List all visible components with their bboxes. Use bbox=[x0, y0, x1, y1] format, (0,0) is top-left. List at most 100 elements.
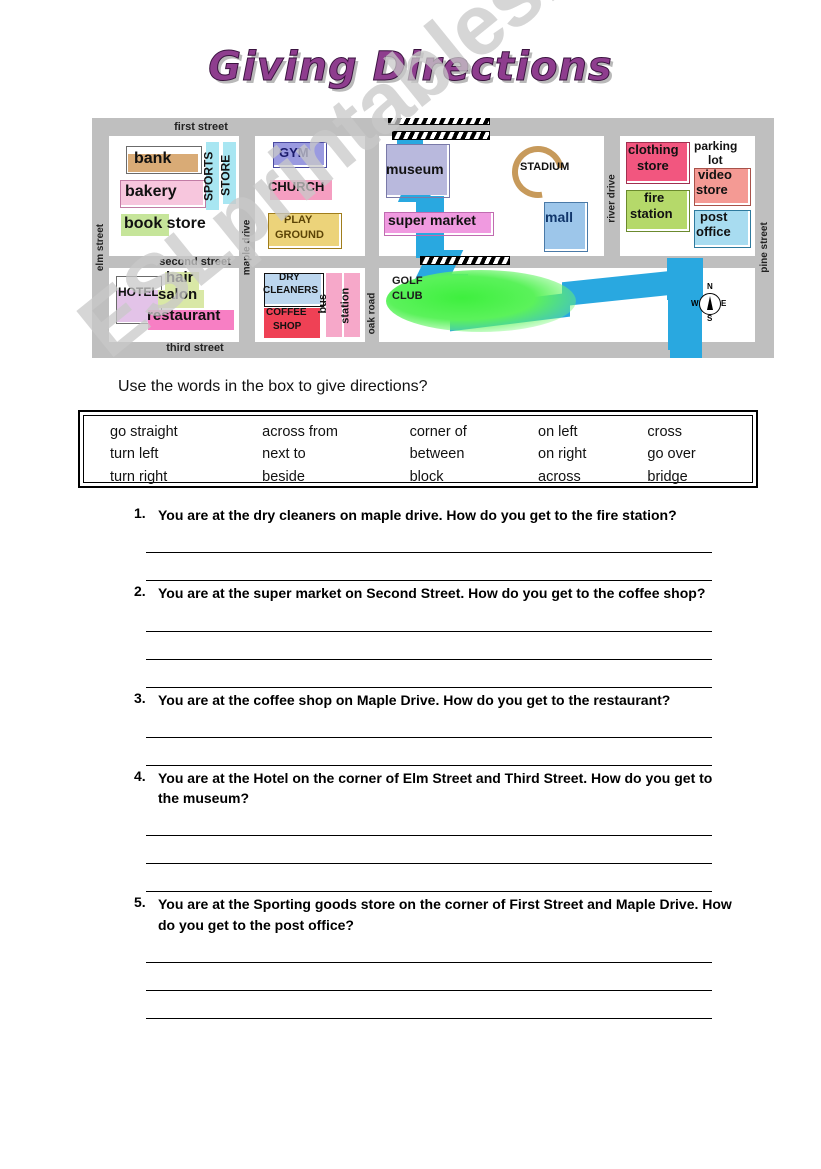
word-bank-item: on right bbox=[538, 446, 587, 463]
place-club: CLUB bbox=[392, 290, 423, 302]
answer-line[interactable] bbox=[146, 990, 712, 992]
place-clothing: clothing bbox=[628, 142, 679, 157]
question-item: 3. You are at the coffee shop on Maple Dr… bbox=[0, 690, 821, 766]
place-gym: GYM bbox=[279, 145, 309, 160]
street-first: first street bbox=[174, 121, 228, 133]
word-bank-box: go straight turn left turn right across fro… bbox=[78, 410, 758, 488]
place-sports-store: STORE bbox=[218, 154, 233, 196]
answer-line[interactable] bbox=[146, 630, 712, 632]
question-text: You are at the Sporting goods store on t… bbox=[158, 896, 732, 933]
question-row: 4. You are at the Hotel on the corner of … bbox=[0, 768, 821, 809]
question-number: 4. bbox=[134, 767, 146, 784]
place-golf: GOLF bbox=[392, 275, 423, 287]
worksheet-page: ESLprintables.com Giving Directions firs… bbox=[0, 0, 821, 1169]
place-bus-station: station bbox=[339, 287, 352, 324]
place-ground: GROUND bbox=[275, 229, 324, 241]
word-bank-item: block bbox=[409, 468, 444, 485]
street-third: third street bbox=[166, 342, 224, 354]
place-fire-station: station bbox=[630, 206, 673, 221]
street-pine: pine street bbox=[755, 136, 774, 358]
question-text: You are at the super market on Second St… bbox=[158, 585, 706, 602]
answer-line[interactable] bbox=[146, 580, 712, 582]
word-bank-item: beside bbox=[262, 468, 305, 485]
word-bank-column: go straight turn left turn right bbox=[110, 421, 262, 485]
answer-lines bbox=[0, 962, 821, 1020]
question-number: 3. bbox=[134, 689, 146, 706]
word-bank-item: go over bbox=[647, 446, 696, 463]
place-bank: bank bbox=[134, 150, 172, 167]
answer-line[interactable] bbox=[146, 863, 712, 865]
place-play: PLAY bbox=[284, 214, 313, 226]
title-container: Giving Directions bbox=[0, 44, 821, 91]
place-museum: museum bbox=[386, 161, 444, 177]
street-oak: oak road bbox=[365, 268, 379, 358]
bridge-north-1 bbox=[388, 118, 490, 125]
street-elm-label: elm street bbox=[95, 223, 106, 271]
word-bank-item: corner of bbox=[409, 424, 467, 440]
street-river: river drive bbox=[604, 136, 620, 261]
word-bank-column: across from next to beside bbox=[262, 421, 409, 485]
street-second: second street bbox=[159, 256, 231, 268]
place-stadium: STADIUM bbox=[520, 161, 570, 173]
place-lot: lot bbox=[708, 153, 723, 167]
compass-east: E bbox=[721, 299, 727, 308]
place-hotel: HOTEL bbox=[118, 285, 159, 299]
street-oak-label: oak road bbox=[366, 292, 378, 334]
bridge-south-1 bbox=[420, 256, 510, 265]
word-bank-column: on left on right across bbox=[538, 421, 647, 485]
question-number: 5. bbox=[134, 894, 146, 911]
compass-rose-icon: N S E W bbox=[691, 282, 727, 323]
word-bank-item: on left bbox=[538, 424, 578, 440]
place-video: video bbox=[698, 167, 732, 182]
place-bakery: bakery bbox=[125, 183, 177, 200]
word-bank-item: between bbox=[409, 446, 465, 463]
question-number: 2. bbox=[134, 583, 146, 600]
place-clothing-store: store bbox=[637, 158, 669, 173]
place-dry: DRY bbox=[279, 272, 300, 283]
word-bank-grid: go straight turn left turn right across fro… bbox=[83, 415, 753, 485]
question-text: You are at the Hotel on the corner of El… bbox=[158, 769, 713, 807]
word-bank-item: bridge bbox=[647, 468, 688, 485]
place-cleaners: CLEANERS bbox=[263, 285, 319, 296]
word-bank-item: turn right bbox=[110, 468, 168, 485]
compass-north: N bbox=[707, 282, 713, 291]
question-row: 3. You are at the coffee shop on Maple Dr… bbox=[0, 690, 821, 710]
answer-line[interactable] bbox=[146, 552, 712, 554]
answer-line[interactable] bbox=[146, 686, 712, 688]
question-text: You are at the dry cleaners on maple dri… bbox=[158, 507, 677, 523]
question-item: 2. You are at the super market on Second … bbox=[0, 583, 821, 688]
question-number: 1. bbox=[134, 505, 146, 521]
answer-line[interactable] bbox=[146, 658, 712, 660]
question-row: 1. You are at the dry cleaners on maple d… bbox=[0, 505, 821, 525]
compass-needle bbox=[707, 296, 713, 310]
word-bank-item: turn left bbox=[110, 446, 159, 463]
word-bank-item: across from bbox=[262, 424, 338, 440]
street-maple: maple drive bbox=[239, 136, 255, 358]
place-post: post bbox=[700, 209, 728, 224]
river-segment-10 bbox=[670, 346, 702, 358]
page-title: Giving Directions bbox=[208, 44, 613, 91]
answer-line[interactable] bbox=[146, 736, 712, 738]
question-row: 2. You are at the super market on Second … bbox=[0, 583, 821, 603]
city-map: first street second street third street … bbox=[92, 118, 774, 358]
place-hair: hair bbox=[166, 269, 194, 286]
street-pine-label: pine street bbox=[759, 221, 771, 273]
place-shop: SHOP bbox=[273, 321, 302, 332]
answer-lines bbox=[0, 630, 821, 688]
street-maple-label: maple drive bbox=[241, 219, 253, 275]
place-sports: SPORTS bbox=[201, 151, 216, 201]
place-super-market: super market bbox=[388, 212, 476, 228]
place-office: office bbox=[696, 224, 731, 239]
street-elm: elm street bbox=[92, 136, 109, 358]
questions-list: 1. You are at the dry cleaners on maple d… bbox=[0, 505, 821, 1021]
question-item: 4. You are at the Hotel on the corner of … bbox=[0, 768, 821, 893]
answer-line[interactable] bbox=[146, 962, 712, 964]
question-text: You are at the coffee shop on Maple Driv… bbox=[158, 691, 671, 708]
answer-line[interactable] bbox=[146, 835, 712, 837]
answer-line[interactable] bbox=[146, 891, 712, 893]
answer-line[interactable] bbox=[146, 764, 712, 766]
place-video-store: store bbox=[696, 182, 728, 197]
place-restaurant: restaurant bbox=[147, 307, 221, 324]
street-river-label: river drive bbox=[606, 174, 618, 223]
answer-line[interactable] bbox=[146, 1018, 712, 1020]
